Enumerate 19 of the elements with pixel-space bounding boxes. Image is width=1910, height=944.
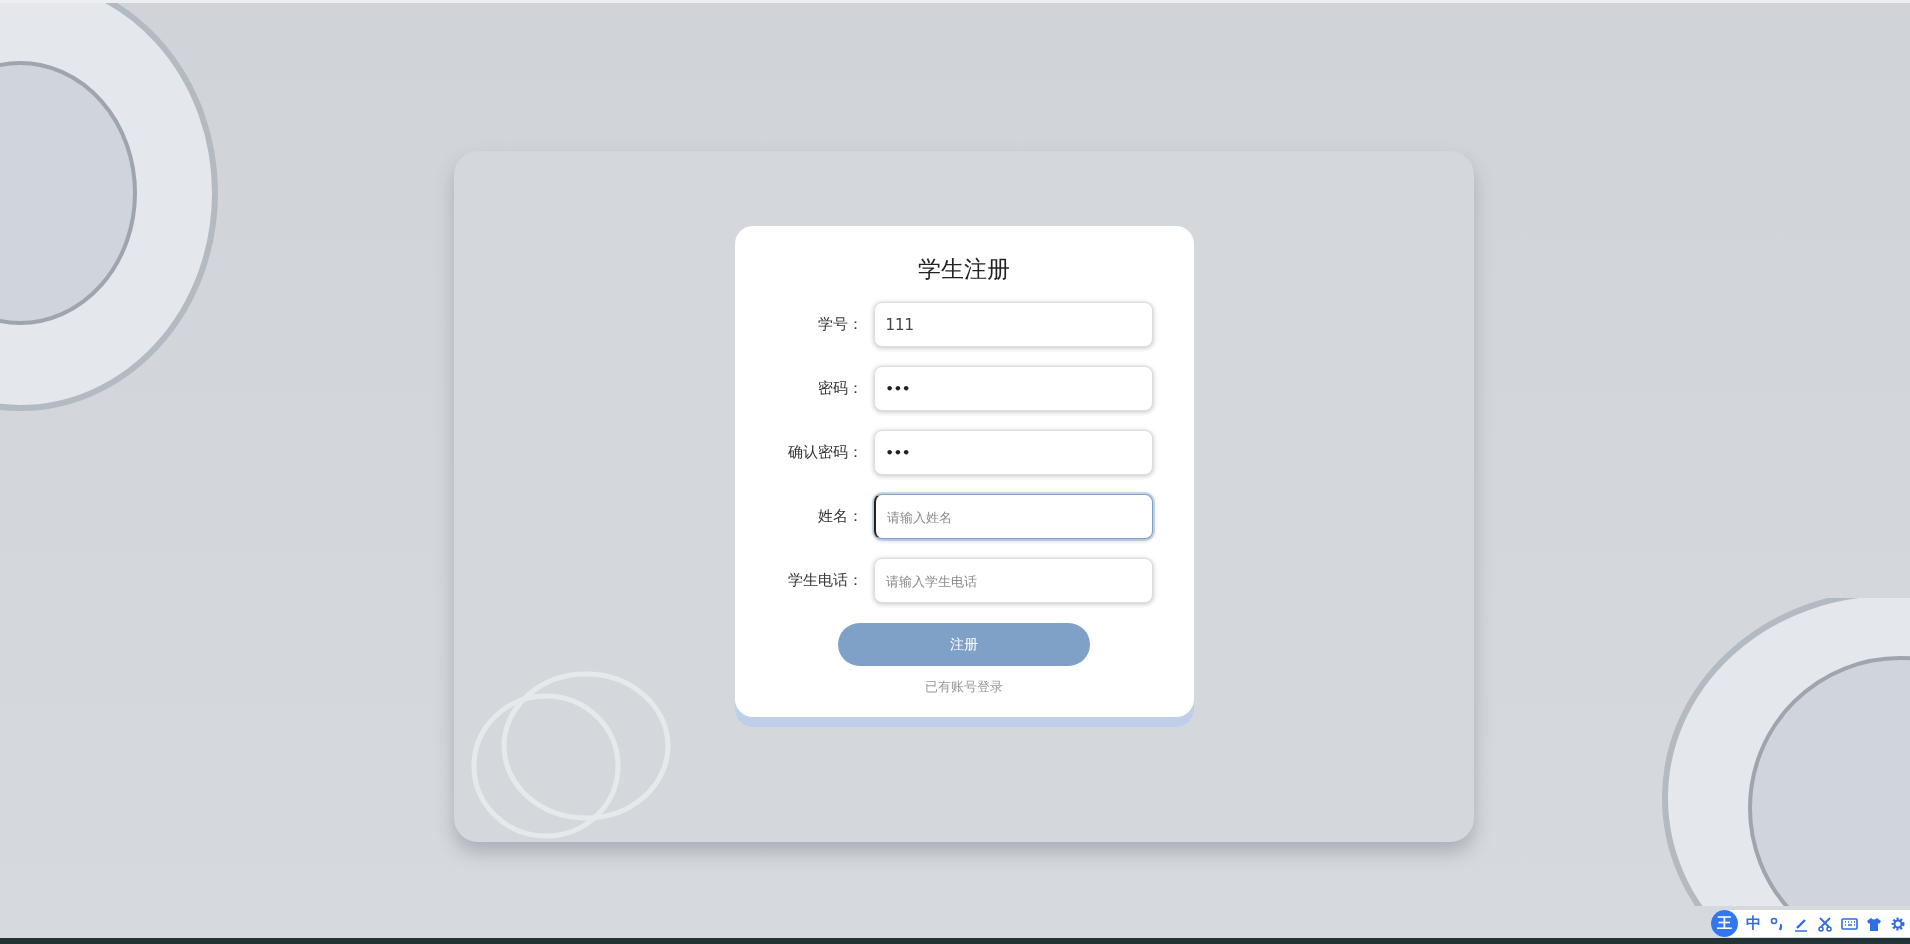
- shirt-icon[interactable]: [1866, 915, 1882, 932]
- field-label: 密码：: [816, 379, 863, 398]
- ime-logo[interactable]: 王: [1711, 910, 1738, 937]
- language-mode-toggle[interactable]: 中: [1746, 914, 1761, 933]
- register-button[interactable]: 注册: [838, 623, 1090, 666]
- field-label: 学生电话：: [786, 571, 863, 590]
- scissors-icon[interactable]: [1817, 915, 1833, 932]
- input-field[interactable]: 111: [873, 302, 1153, 347]
- input-field[interactable]: •••: [873, 430, 1153, 475]
- keyboard-icon[interactable]: [1841, 916, 1858, 931]
- field-label: 学号：: [816, 315, 863, 334]
- login-link[interactable]: 已有账号登录: [925, 678, 1003, 696]
- punctuation-icon[interactable]: [1769, 915, 1785, 932]
- form-title: 学生注册: [918, 255, 1010, 284]
- settings-icon[interactable]: [1890, 915, 1906, 932]
- input-field[interactable]: 请输入姓名: [873, 494, 1153, 539]
- field-label: 姓名：: [816, 507, 863, 526]
- input-field[interactable]: •••: [873, 366, 1153, 411]
- field-label: 确认密码：: [786, 443, 863, 462]
